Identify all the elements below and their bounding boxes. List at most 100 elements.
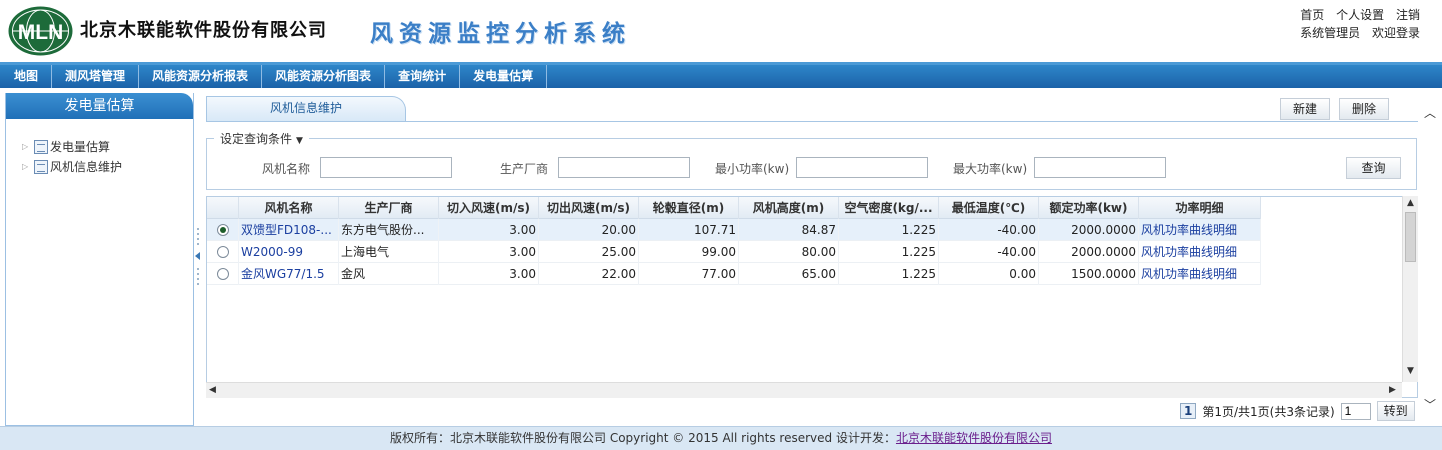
cell-cut-in: 3.00 xyxy=(439,219,539,241)
personal-settings-link[interactable]: 个人设置 xyxy=(1336,8,1384,22)
max-power-label: 最大功率(kw) xyxy=(953,162,1028,176)
cell-cut-out: 25.00 xyxy=(539,241,639,263)
turbine-name-label: 风机名称 xyxy=(262,162,311,176)
nav-map[interactable]: 地图 xyxy=(0,65,53,88)
radio-unselected-icon[interactable] xyxy=(216,246,229,258)
min-power-input[interactable] xyxy=(796,157,928,178)
header-col-rated-power[interactable]: 额定功率(kw) xyxy=(1039,197,1139,219)
sidebar-tree: ▷ 发电量估算 ▷ 风机信息维护 xyxy=(6,119,193,177)
cell-diameter: 77.00 xyxy=(639,263,739,285)
collapse-splitter-icon[interactable] xyxy=(194,228,202,288)
table-row[interactable]: 金风WG77/1.5 金风 3.00 22.00 77.00 65.00 1.2… xyxy=(207,263,1261,285)
radio-unselected-icon[interactable] xyxy=(216,268,229,280)
page-summary: 第1页/共1页(共3条记录) xyxy=(1202,404,1335,419)
footer: 版权所有：北京木联能软件股份有限公司 Copyright © 2015 All … xyxy=(0,426,1442,450)
tab-turbine-info[interactable]: 风机信息维护 xyxy=(206,96,406,122)
nav-query-statistics[interactable]: 查询统计 xyxy=(385,65,461,88)
cell-min-temp: -40.00 xyxy=(939,241,1039,263)
cell-detail-link[interactable]: 风机功率曲线明细 xyxy=(1139,219,1261,241)
row-radio[interactable] xyxy=(207,219,239,241)
table-vertical-scrollbar[interactable]: ▲ ▼ xyxy=(1402,196,1418,382)
expand-triangle-icon[interactable]: ▷ xyxy=(22,137,34,157)
cell-height: 84.87 xyxy=(739,219,839,241)
goto-button[interactable]: 转到 xyxy=(1376,401,1415,421)
sidebar-item-power-estimation[interactable]: ▷ 发电量估算 xyxy=(22,137,193,157)
cell-name[interactable]: 金风WG77/1.5 xyxy=(239,263,339,285)
cell-rated-power: 2000.0000 xyxy=(1039,219,1139,241)
scroll-up-arrow-icon[interactable]: ▲ xyxy=(1407,198,1414,208)
cell-detail-link[interactable]: 风机功率曲线明细 xyxy=(1139,263,1261,285)
cell-min-temp: -40.00 xyxy=(939,219,1039,241)
row-radio[interactable] xyxy=(207,263,239,285)
nav-tower-management[interactable]: 测风塔管理 xyxy=(52,65,140,88)
welcome-text: 欢迎登录 xyxy=(1371,26,1420,40)
query-legend: 设定查询条件 xyxy=(220,132,293,146)
cell-density: 1.225 xyxy=(839,241,939,263)
search-button[interactable]: 查询 xyxy=(1346,157,1401,179)
sidebar-title: 发电量估算 xyxy=(6,93,193,119)
cell-rated-power: 2000.0000 xyxy=(1039,241,1139,263)
expand-triangle-icon[interactable]: ▷ xyxy=(22,157,34,177)
cell-detail-link[interactable]: 风机功率曲线明细 xyxy=(1139,241,1261,263)
turbine-name-input[interactable] xyxy=(320,157,452,178)
nav-power-estimation[interactable]: 发电量估算 xyxy=(460,65,548,88)
max-power-input[interactable] xyxy=(1034,157,1166,178)
page-scroll-down-icon[interactable]: ﹀ xyxy=(1424,396,1436,413)
cell-min-temp: 0.00 xyxy=(939,263,1039,285)
system-title: 风资源监控分析系统 xyxy=(370,20,631,47)
query-legend-toggle[interactable]: 设定查询条件 ▼ xyxy=(214,130,309,147)
company-logo: MLN xyxy=(8,6,73,56)
header-col-height[interactable]: 风机高度(m) xyxy=(739,197,839,219)
page-number-button[interactable]: 1 xyxy=(1180,403,1197,419)
sidebar-item-turbine-info[interactable]: ▷ 风机信息维护 xyxy=(22,157,193,177)
header-col-diameter[interactable]: 轮毂直径(m) xyxy=(639,197,739,219)
header-col-cut-out[interactable]: 切出风速(m/s) xyxy=(539,197,639,219)
scroll-right-arrow-icon[interactable]: ▶ xyxy=(1389,385,1396,395)
cell-cut-out: 20.00 xyxy=(539,219,639,241)
cell-cut-in: 3.00 xyxy=(439,263,539,285)
home-link[interactable]: 首页 xyxy=(1300,8,1324,22)
header-col-min-temp[interactable]: 最低温度(℃) xyxy=(939,197,1039,219)
cell-name[interactable]: W2000-99 xyxy=(239,241,339,263)
header-select xyxy=(207,197,239,219)
header-col-name[interactable]: 风机名称 xyxy=(239,197,339,219)
manufacturer-label: 生产厂商 xyxy=(500,162,549,176)
header-col-maker[interactable]: 生产厂商 xyxy=(339,197,439,219)
cell-density: 1.225 xyxy=(839,263,939,285)
delete-button[interactable]: 删除 xyxy=(1339,98,1390,120)
table-row[interactable]: W2000-99 上海电气 3.00 25.00 99.00 80.00 1.2… xyxy=(207,241,1261,263)
scroll-thumb[interactable] xyxy=(1405,212,1416,262)
radio-selected-icon[interactable] xyxy=(216,224,229,236)
logout-link[interactable]: 注销 xyxy=(1396,8,1420,22)
nav-resource-report[interactable]: 风能资源分析报表 xyxy=(139,65,263,88)
cell-cut-in: 3.00 xyxy=(439,241,539,263)
header-col-cut-in[interactable]: 切入风速(m/s) xyxy=(439,197,539,219)
scroll-left-arrow-icon[interactable]: ◀ xyxy=(209,385,216,395)
cell-rated-power: 1500.0000 xyxy=(1039,263,1139,285)
document-icon xyxy=(34,140,48,154)
table-horizontal-scrollbar[interactable]: ◀ ▶ xyxy=(206,382,1402,398)
header-col-detail[interactable]: 功率明细 xyxy=(1139,197,1261,219)
new-button[interactable]: 新建 xyxy=(1280,98,1331,120)
header-col-density[interactable]: 空气密度(kg/... xyxy=(839,197,939,219)
manufacturer-input[interactable] xyxy=(558,157,690,178)
developer-link[interactable]: 北京木联能软件股份有限公司 xyxy=(896,431,1052,445)
table-row[interactable]: 双馈型FD108-... 东方电气股份... 3.00 20.00 107.71… xyxy=(207,219,1261,241)
user-role: 系统管理员 xyxy=(1300,26,1361,40)
sidebar-item-label: 发电量估算 xyxy=(50,140,111,154)
company-name: 北京木联能软件股份有限公司 xyxy=(80,20,327,41)
cell-maker: 金风 xyxy=(339,263,439,285)
goto-page-input[interactable] xyxy=(1340,402,1371,420)
scroll-down-arrow-icon[interactable]: ▼ xyxy=(1407,366,1414,376)
cell-density: 1.225 xyxy=(839,219,939,241)
document-icon xyxy=(34,160,48,174)
cell-height: 80.00 xyxy=(739,241,839,263)
turbine-table: 风机名称 生产厂商 切入风速(m/s) 切出风速(m/s) 轮毂直径(m) 风机… xyxy=(206,196,1418,398)
cell-diameter: 107.71 xyxy=(639,219,739,241)
table-header: 风机名称 生产厂商 切入风速(m/s) 切出风速(m/s) 轮毂直径(m) 风机… xyxy=(207,197,1261,219)
cell-name[interactable]: 双馈型FD108-... xyxy=(239,219,339,241)
cell-maker: 东方电气股份... xyxy=(339,219,439,241)
row-radio[interactable] xyxy=(207,241,239,263)
page-scroll-up-icon[interactable]: ︿ xyxy=(1424,104,1436,121)
nav-resource-chart[interactable]: 风能资源分析图表 xyxy=(262,65,386,88)
